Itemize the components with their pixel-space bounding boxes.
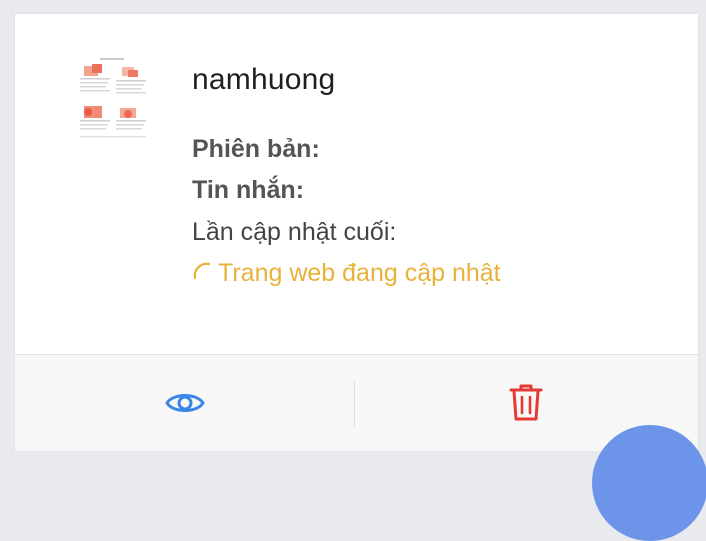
thumbnail-preview-image bbox=[76, 56, 148, 150]
card-actions bbox=[15, 354, 698, 451]
site-card: namhuong Phiên bản: Tin nhắn: Lần cập nh… bbox=[15, 14, 698, 451]
eye-icon bbox=[165, 394, 205, 412]
actions-divider bbox=[354, 381, 355, 427]
status-text: Trang web đang cập nhật bbox=[218, 259, 501, 287]
trash-icon bbox=[509, 384, 543, 421]
spinner-icon bbox=[193, 262, 211, 279]
floating-action-button[interactable] bbox=[592, 425, 706, 541]
version-label: Phiên bản: bbox=[192, 135, 320, 163]
site-name: namhuong bbox=[192, 63, 336, 96]
view-button[interactable] bbox=[15, 355, 355, 451]
last-updated-label: Lần cập nhật cuối: bbox=[192, 218, 397, 246]
site-thumbnail[interactable] bbox=[76, 56, 148, 150]
update-status: Trang web đang cập nhật bbox=[192, 259, 501, 288]
message-label: Tin nhắn: bbox=[192, 176, 305, 204]
